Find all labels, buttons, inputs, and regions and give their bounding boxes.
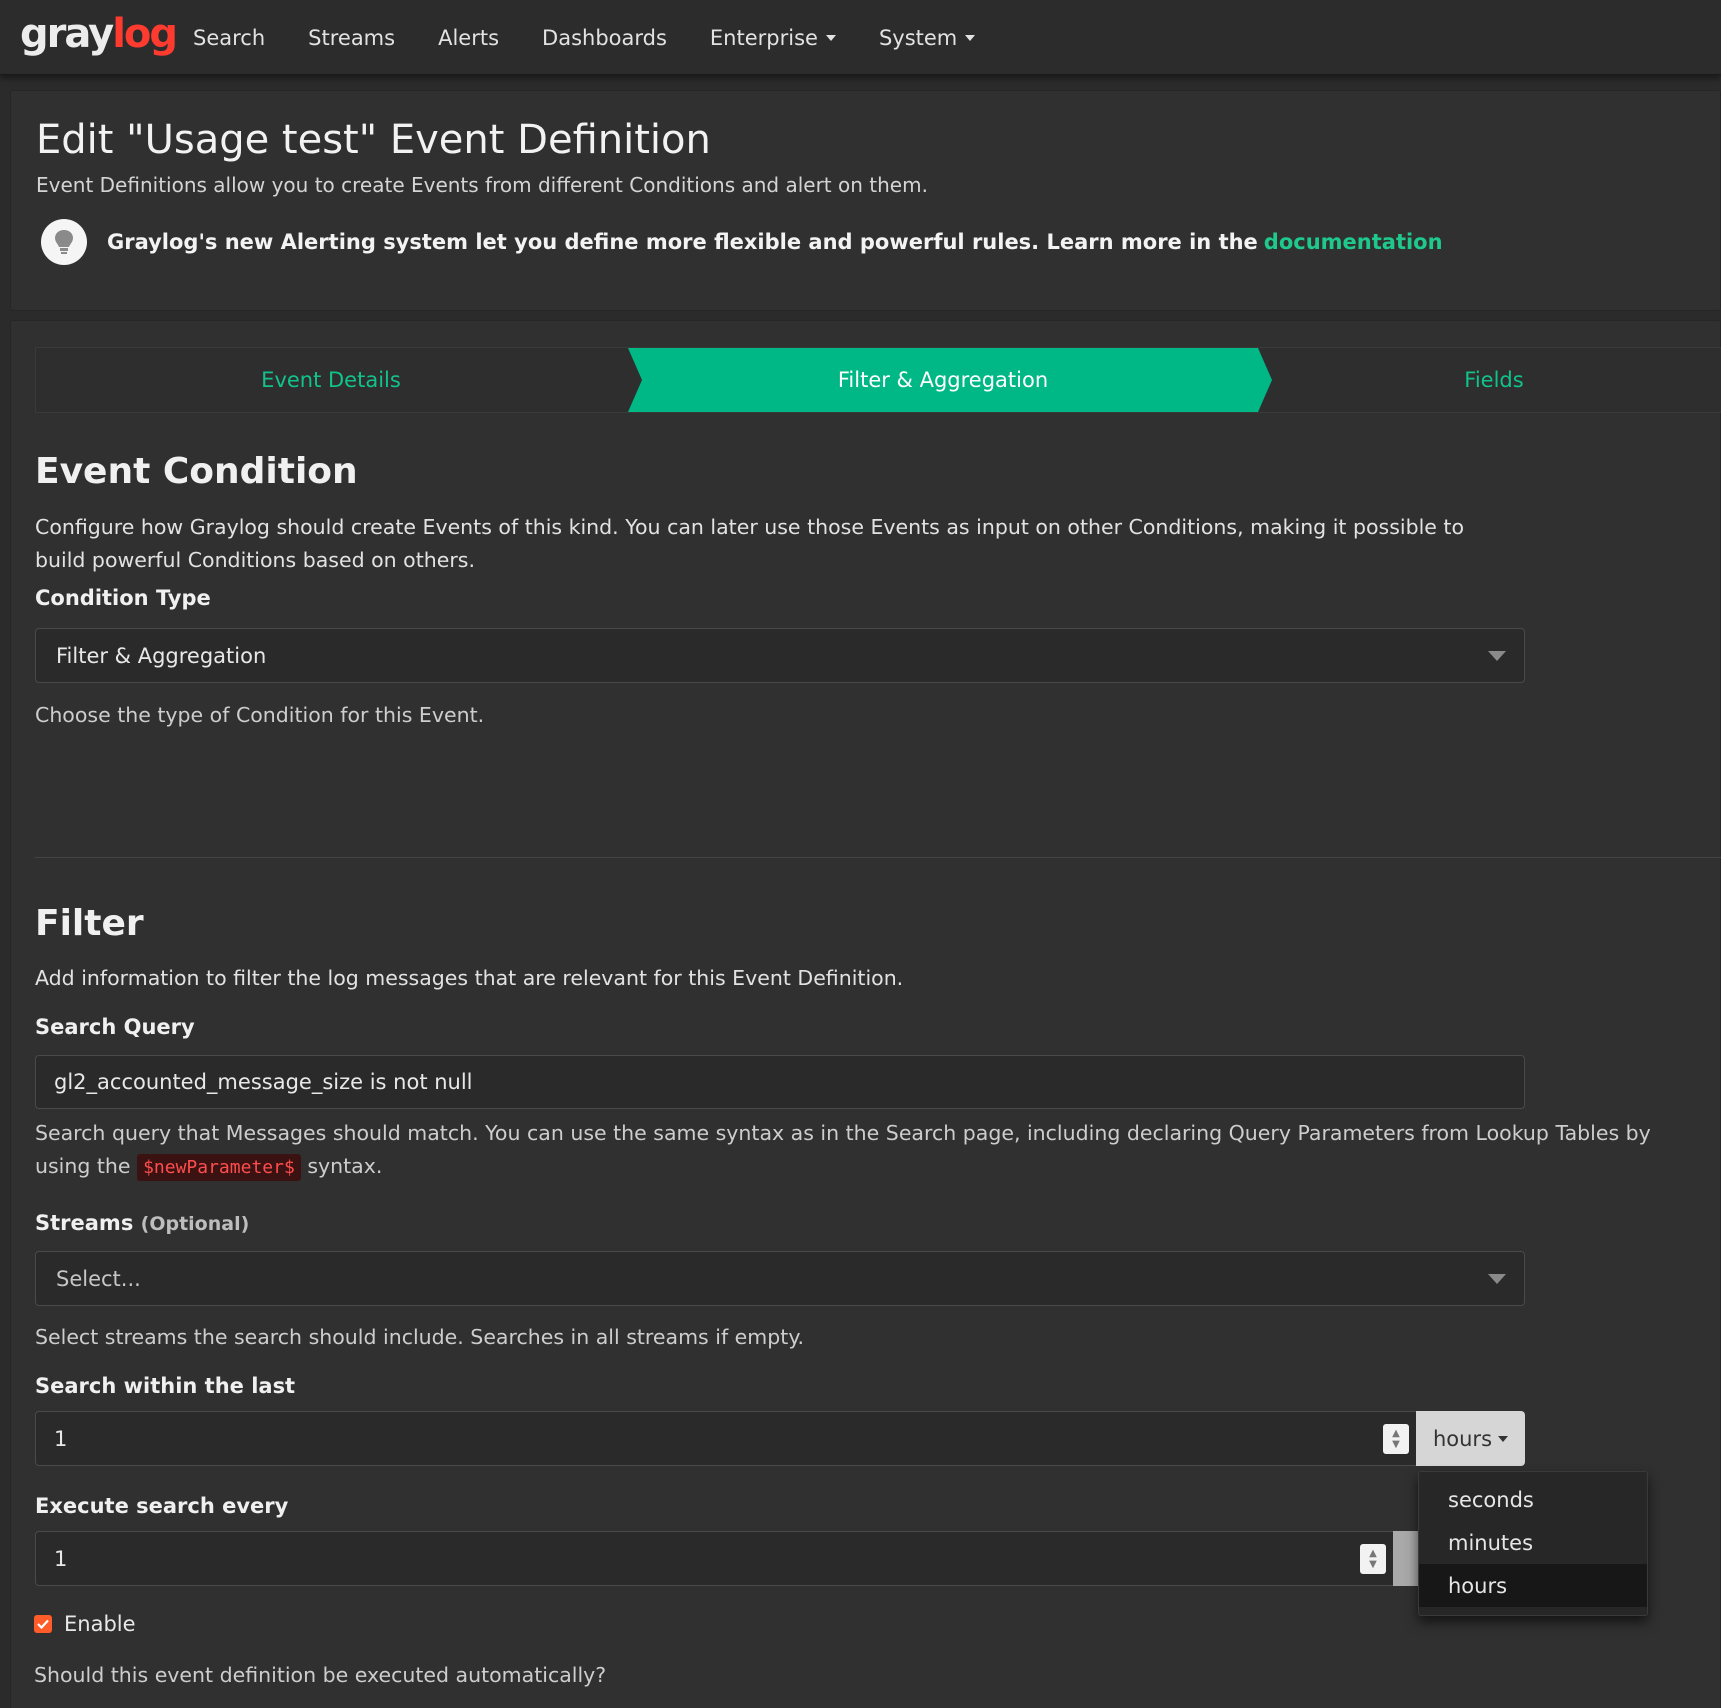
condition-type-value: Filter & Aggregation	[56, 643, 267, 668]
page-header-panel: Edit "Usage test" Event Definition Event…	[10, 90, 1721, 311]
enable-checkbox[interactable]	[34, 1615, 52, 1633]
logo-gray-text: gray	[20, 11, 114, 57]
nav-item-label: Dashboards	[542, 25, 667, 50]
number-spinner-icon[interactable]: ▲ ▼	[1360, 1544, 1386, 1574]
nav-item-label: Enterprise	[709, 25, 818, 50]
execute-every-value: 1	[54, 1546, 68, 1571]
enable-help: Should this event definition be executed…	[34, 1663, 607, 1687]
search-query-help-line1: Search query that Messages should match.…	[35, 1121, 1651, 1145]
checkmark-icon	[37, 1619, 49, 1629]
section-divider	[35, 857, 1721, 858]
page-title: Edit "Usage test" Event Definition	[36, 117, 711, 163]
filter-description: Add information to filter the log messag…	[35, 966, 904, 990]
streams-label: Streams (Optional)	[35, 1211, 249, 1235]
search-within-value: 1	[54, 1426, 68, 1451]
event-condition-title: Event Condition	[35, 451, 358, 492]
streams-label-text: Streams	[35, 1211, 134, 1235]
nav-item-dashboards[interactable]: Dashboards	[542, 26, 667, 50]
page-description: Event Definitions allow you to create Ev…	[36, 173, 928, 197]
unit-option-hours[interactable]: hours	[1419, 1564, 1647, 1607]
nav-item-streams[interactable]: Streams	[308, 26, 395, 50]
dropdown-arrow-icon	[1488, 651, 1506, 661]
nav-item-label: System	[878, 25, 958, 50]
nav-item-enterprise[interactable]: Enterprise	[710, 26, 836, 50]
streams-placeholder: Select...	[56, 1266, 141, 1291]
wizard-step-event-details[interactable]: Event Details	[36, 348, 626, 412]
nav-item-alerts[interactable]: Alerts	[438, 26, 499, 50]
nav-item-search[interactable]: Search	[193, 26, 265, 50]
optional-tag: (Optional)	[140, 1213, 250, 1235]
caret-down-icon	[825, 34, 836, 41]
number-spinner-icon[interactable]: ▲ ▼	[1383, 1424, 1409, 1454]
unit-option-minutes[interactable]: minutes	[1419, 1521, 1647, 1564]
wizard-steps: Event Details Filter & Aggregation Field…	[35, 347, 1721, 413]
info-text: Graylog's new Alerting system let you de…	[107, 230, 1258, 254]
execute-every-input[interactable]: 1 ▲ ▼	[35, 1531, 1404, 1586]
wizard-step-label: Event Details	[261, 368, 401, 392]
execute-every-label: Execute search every	[35, 1494, 289, 1518]
enable-checkbox-row: Enable	[34, 1612, 136, 1636]
search-within-label: Search within the last	[35, 1374, 296, 1398]
unit-option-seconds[interactable]: seconds	[1419, 1478, 1647, 1521]
dropdown-arrow-icon	[1488, 1274, 1506, 1284]
alerting-info: Graylog's new Alerting system let you de…	[41, 219, 1443, 265]
filter-title: Filter	[35, 903, 144, 944]
unit-dropdown-menu: seconds minutes hours	[1418, 1471, 1648, 1616]
lightbulb-icon	[41, 219, 87, 265]
search-query-help-line2: using the $newParameter$ syntax.	[35, 1150, 382, 1184]
help-text: using the	[35, 1154, 131, 1178]
condition-type-label: Condition Type	[35, 586, 211, 610]
search-query-value: gl2_accounted_message_size is not null	[54, 1070, 473, 1094]
wizard-step-label: Fields	[1464, 368, 1524, 392]
event-condition-description: Configure how Graylog should create Even…	[35, 515, 1464, 572]
documentation-link[interactable]: documentation	[1264, 230, 1443, 254]
caret-down-icon	[965, 34, 976, 41]
wizard-step-fields[interactable]: Fields	[1262, 348, 1721, 412]
parameter-code: $newParameter$	[137, 1154, 301, 1181]
caret-down-icon	[1498, 1435, 1509, 1442]
nav-item-label: Alerts	[438, 25, 500, 50]
unit-label: hours	[1432, 1426, 1493, 1451]
search-within-input[interactable]: 1 ▲ ▼	[35, 1411, 1427, 1466]
search-query-input[interactable]: gl2_accounted_message_size is not null	[35, 1055, 1525, 1109]
nav-menu: Search Streams Alerts Dashboards Enterpr…	[193, 0, 1018, 75]
search-query-label: Search Query	[35, 1015, 195, 1039]
nav-item-system[interactable]: System	[878, 25, 976, 50]
logo-log-text: log	[112, 11, 178, 57]
enable-label: Enable	[64, 1612, 136, 1636]
help-text: syntax.	[307, 1154, 383, 1178]
top-navbar: graylog Search Streams Alerts Dashboards…	[0, 0, 1721, 75]
wizard-step-label: Filter & Aggregation	[837, 368, 1049, 392]
wizard-step-filter-aggregation[interactable]: Filter & Aggregation	[628, 348, 1272, 412]
condition-type-select[interactable]: Filter & Aggregation	[35, 628, 1525, 683]
streams-help: Select streams the search should include…	[35, 1325, 805, 1349]
condition-type-help: Choose the type of Condition for this Ev…	[35, 703, 485, 727]
streams-select[interactable]: Select...	[35, 1251, 1525, 1306]
search-within-unit-button[interactable]: hours	[1416, 1411, 1525, 1466]
nav-item-label: Search	[193, 25, 266, 50]
graylog-logo[interactable]: graylog	[20, 8, 178, 60]
nav-item-label: Streams	[308, 25, 396, 50]
